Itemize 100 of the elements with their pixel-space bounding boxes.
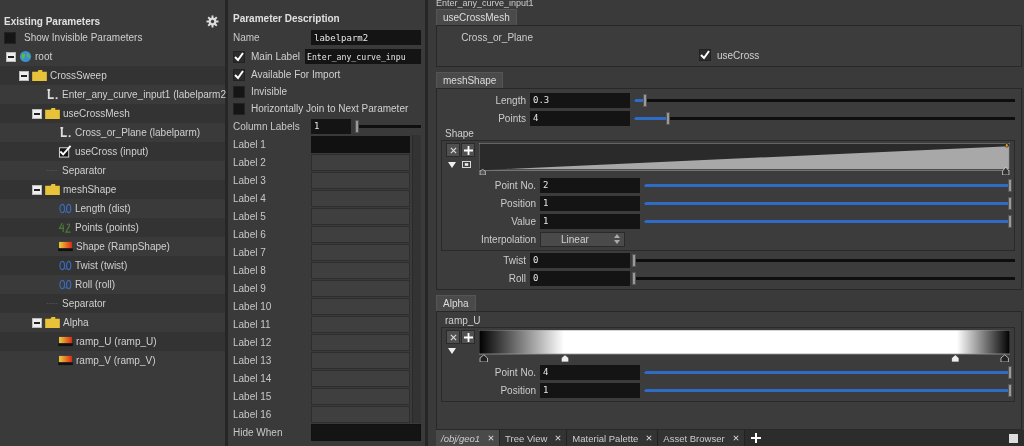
slider-handle[interactable] [666, 111, 671, 125]
field-label: Label 4 [233, 192, 267, 204]
slider-handle[interactable] [1008, 365, 1012, 379]
slider-handle[interactable] [1008, 196, 1012, 210]
expand-toggle-icon[interactable] [32, 317, 42, 328]
add-key-button[interactable] [461, 330, 475, 344]
tree-item-label: Enter_any_curve_input1 (labelparm2 [62, 89, 226, 100]
slider-handle[interactable] [1008, 214, 1012, 228]
expand-toggle-icon[interactable] [32, 108, 42, 119]
globe-icon [19, 50, 32, 63]
checkbox[interactable] [233, 102, 245, 115]
field-label: Label 6 [233, 228, 267, 240]
gradient-ramp-drawing[interactable] [479, 330, 1010, 362]
tree-item-label: Twist (twist) [75, 260, 128, 271]
tree-item-label: Separator [62, 298, 106, 309]
parameter-label: Points [497, 112, 526, 124]
value-field[interactable]: 1 [540, 195, 640, 211]
hide-when-input-field[interactable] [311, 423, 421, 441]
slider-handle[interactable] [1008, 178, 1012, 192]
close-icon [449, 333, 457, 341]
slider-handle[interactable] [1008, 383, 1012, 397]
value-field[interactable]: 4 [530, 110, 630, 126]
label-input-field[interactable] [311, 135, 410, 153]
field-label: Label 14 [233, 372, 273, 384]
interpolation-dropdown[interactable]: Linear [540, 231, 625, 247]
value-field[interactable]: 0.3 [530, 92, 630, 108]
field-label: Label 15 [233, 390, 273, 402]
tree-item[interactable]: CrossSweep [0, 66, 225, 85]
checkbox-label: Show Invisible Parameters [24, 32, 143, 43]
checkbox[interactable] [699, 49, 711, 61]
tree-item-label: Shape (RampShape) [76, 241, 170, 252]
tree-item-label: Alpha [63, 317, 89, 328]
tree-item-label: Cross_or_Plane (labelparm) [75, 127, 201, 138]
value-field[interactable]: 2 [540, 177, 640, 193]
close-icon[interactable] [732, 435, 739, 441]
folder-tab[interactable]: useCrossMesh [436, 9, 517, 25]
field-label: Column Labels [233, 120, 301, 132]
parameter-label: Position [499, 197, 536, 209]
number-icon [58, 203, 72, 214]
parameter-label: Point No. [493, 366, 536, 378]
gear-icon[interactable] [206, 14, 219, 28]
folder-icon [32, 70, 47, 81]
expand-toggle-icon[interactable] [19, 70, 29, 81]
checkbox[interactable] [233, 68, 245, 81]
slider-handle[interactable] [632, 271, 636, 285]
parameter-label: Position [499, 384, 536, 396]
panel-title: Existing Parameters [4, 15, 101, 27]
checkbox-icon [58, 145, 72, 158]
pane-tab[interactable]: /obj/geo1 [436, 430, 501, 446]
dropdown-triangle-icon[interactable] [448, 161, 456, 168]
close-icon[interactable] [488, 435, 495, 441]
tree-item[interactable]: Points (points) [0, 218, 225, 237]
expand-toggle-icon[interactable] [32, 184, 42, 195]
value-field[interactable]: 1 [540, 382, 640, 398]
value-field[interactable]: 4 [540, 364, 640, 380]
field-label: Name [233, 32, 261, 43]
slider-handle[interactable] [632, 253, 636, 267]
number-icon [58, 279, 72, 290]
value-field[interactable]: 0 [530, 252, 630, 268]
close-icon[interactable] [555, 435, 562, 441]
slider-handle[interactable] [643, 93, 648, 107]
folder-tab[interactable]: meshShape [436, 72, 504, 88]
field-label: Label 11 [233, 318, 272, 330]
slider-handle[interactable] [355, 119, 359, 133]
tree-item[interactable]: ramp_U (ramp_U) [0, 332, 225, 351]
frame-icon[interactable] [462, 161, 471, 168]
label-input-field[interactable]: Enter_any_curve_inpu [305, 49, 421, 64]
close-icon[interactable] [646, 435, 653, 441]
parameter-label: Interpolation [479, 233, 536, 245]
scrollbar[interactable] [412, 135, 421, 423]
name-input-field[interactable]: labelparm2 [311, 30, 421, 45]
tree-item[interactable]: useCrossMesh [0, 104, 225, 123]
expand-toggle-icon[interactable] [6, 51, 16, 62]
ramp-icon [58, 355, 73, 366]
pane-tab[interactable]: Material Palette [567, 430, 659, 446]
dropdown-triangle-icon[interactable] [448, 348, 456, 354]
field-label: Label 1 [233, 138, 267, 150]
tree-item[interactable]: meshShape [0, 180, 225, 199]
ramp-icon [58, 336, 73, 347]
tree-item[interactable]: useCross (input) [0, 142, 225, 161]
checkbox[interactable] [233, 50, 245, 63]
square-icon[interactable] [1009, 433, 1018, 443]
remove-key-button[interactable] [446, 143, 460, 157]
pane-tab[interactable]: Tree View [500, 430, 568, 446]
tree-item-label: Points (points) [75, 222, 139, 233]
tree-item[interactable]: Twist (twist) [0, 256, 225, 275]
column-labels-field[interactable]: 1 [311, 118, 351, 134]
number-icon [58, 260, 72, 271]
value-field[interactable]: 0 [530, 270, 630, 286]
tree-item[interactable]: Separator [0, 294, 225, 313]
plus-icon[interactable] [750, 433, 761, 443]
folder-tab[interactable]: Alpha [436, 295, 476, 311]
pane-tab[interactable]: Asset Browser [658, 430, 745, 446]
checkbox[interactable] [233, 85, 245, 98]
remove-key-button[interactable] [446, 330, 460, 344]
checkbox[interactable] [4, 31, 16, 44]
ramp-icon [58, 241, 73, 252]
value-field[interactable]: 1 [540, 213, 640, 229]
ramp-curve-drawing[interactable] [479, 143, 1010, 175]
add-key-button[interactable] [461, 143, 475, 157]
